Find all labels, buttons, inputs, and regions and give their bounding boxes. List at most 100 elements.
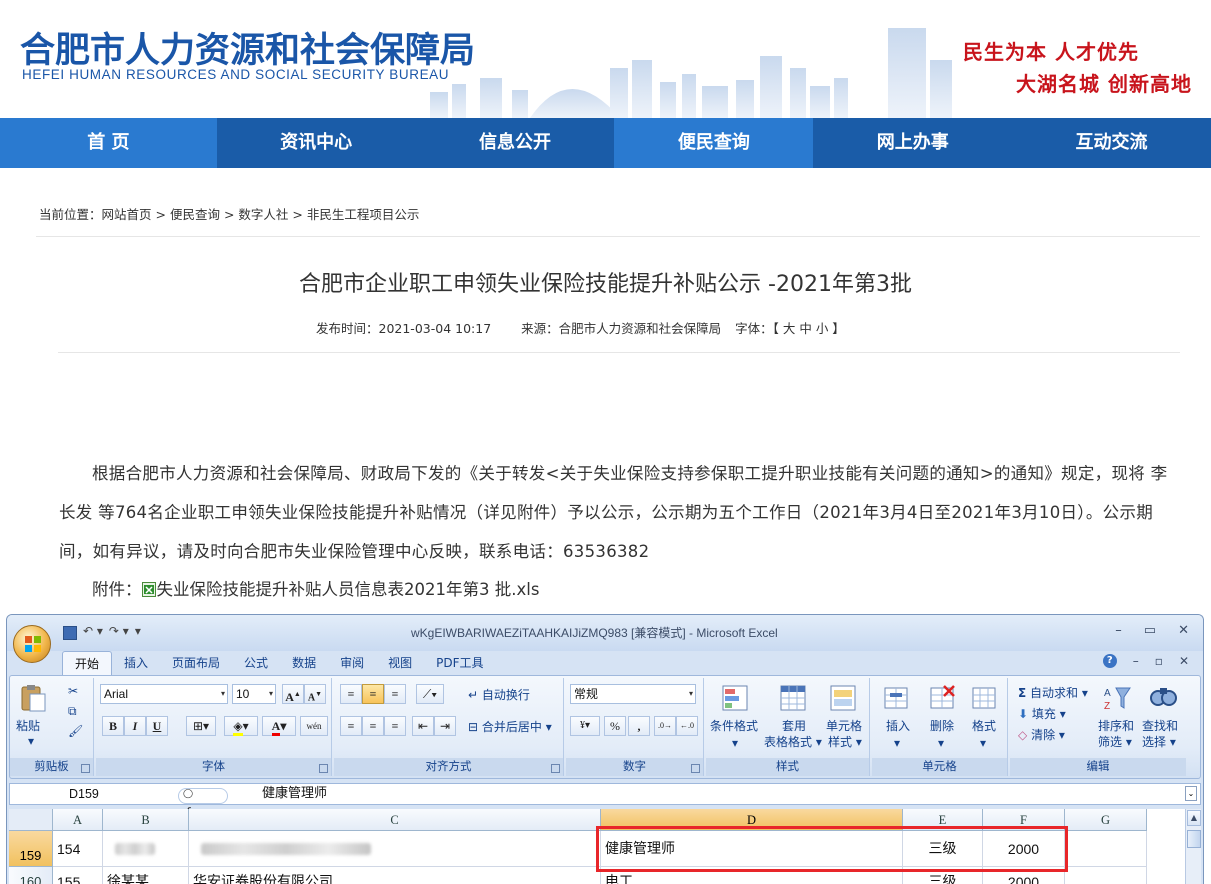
table-format-icon[interactable] <box>778 684 808 712</box>
fill-button[interactable]: ⬇ 填充 ▾ <box>1018 705 1066 722</box>
paste-icon[interactable] <box>18 684 48 712</box>
wb-restore-icon[interactable]: ▫ <box>1155 654 1163 668</box>
cell-c160[interactable]: 华安证券股份有限公司 <box>189 867 601 884</box>
underline-button[interactable]: U <box>146 716 168 736</box>
find-select-label-1[interactable]: 查找和 <box>1142 718 1178 734</box>
table-format-label-2[interactable]: 表格格式 ▾ <box>764 734 822 750</box>
shrink-font-button[interactable]: A▼ <box>304 684 326 704</box>
cell-styles-icon[interactable] <box>828 684 858 712</box>
bold-button[interactable]: B <box>102 716 124 736</box>
format-cells-icon[interactable] <box>970 684 1000 712</box>
clipboard-launcher-icon[interactable] <box>81 764 90 773</box>
row-header-159[interactable]: 159 <box>9 831 53 867</box>
insert-label[interactable]: 插入 <box>886 718 910 734</box>
tab-pdf-tools[interactable]: PDF工具 <box>424 651 495 675</box>
sort-filter-label-1[interactable]: 排序和 <box>1098 718 1134 734</box>
maximize-icon[interactable]: ▭ <box>1144 623 1156 638</box>
formula-input[interactable]: 健康管理师 <box>262 785 327 803</box>
cell-styles-label-2[interactable]: 样式 ▾ <box>828 734 862 750</box>
attachment-link[interactable]: 失业保险技能提升补贴人员信息表2021年第3 批.xls <box>157 580 540 599</box>
font-name-select[interactable]: Arial ▾ <box>100 684 228 704</box>
tab-home[interactable]: 开始 <box>62 651 113 675</box>
breadcrumb-convenience[interactable]: 便民查询 <box>170 207 220 222</box>
customize-qat-icon[interactable]: ▾ <box>135 624 141 642</box>
breadcrumb-digital[interactable]: 数字人社 <box>238 207 288 222</box>
conditional-format-label[interactable]: 条件格式 <box>710 718 758 734</box>
nav-home[interactable]: 首 页 <box>0 118 217 168</box>
scroll-thumb[interactable] <box>1187 830 1201 848</box>
undo-icon[interactable]: ↶ ▾ <box>83 624 103 642</box>
tab-review[interactable]: 审阅 <box>328 651 376 675</box>
font-size-select[interactable]: 10 ▾ <box>232 684 276 704</box>
fill-color-button[interactable]: ◈▾ <box>224 716 258 736</box>
borders-button[interactable]: ⊞▾ <box>186 716 216 736</box>
conditional-format-icon[interactable] <box>720 684 750 712</box>
cell-g160[interactable] <box>1065 867 1147 884</box>
paste-label[interactable]: 粘贴 <box>16 718 40 734</box>
scroll-up-icon[interactable]: ▲ <box>1187 810 1201 826</box>
tab-insert[interactable]: 插入 <box>112 651 160 675</box>
nav-online-service[interactable]: 网上办事 <box>813 118 1012 168</box>
nav-news[interactable]: 资讯中心 <box>217 118 416 168</box>
grow-font-button[interactable]: A▲ <box>282 684 304 704</box>
align-bottom-button[interactable]: ≡ <box>384 684 406 704</box>
column-header-g[interactable]: G <box>1065 809 1147 831</box>
alignment-launcher-icon[interactable] <box>551 764 560 773</box>
align-right-button[interactable]: ≡ <box>384 716 406 736</box>
increase-indent-button[interactable]: ⇥ <box>434 716 456 736</box>
cell-g159[interactable] <box>1065 831 1147 867</box>
vertical-scrollbar[interactable]: ▲ <box>1185 809 1201 884</box>
wrap-text-button[interactable]: ↵ 自动换行 <box>468 686 530 703</box>
column-header-c[interactable]: C <box>189 809 601 831</box>
decrease-decimal-button[interactable]: ←.0 <box>676 716 698 736</box>
align-center-button[interactable]: ≡ <box>362 716 384 736</box>
paste-dropdown-icon[interactable]: ▾ <box>28 734 34 748</box>
sort-filter-label-2[interactable]: 筛选 ▾ <box>1098 734 1132 750</box>
delete-cells-icon[interactable] <box>928 684 958 712</box>
font-color-button[interactable]: A▾ <box>262 716 296 736</box>
orientation-button[interactable]: ⟋▾ <box>416 684 444 704</box>
row-header-160[interactable]: 160 <box>9 867 53 884</box>
currency-button[interactable]: ¥▾ <box>570 716 600 736</box>
font-launcher-icon[interactable] <box>319 764 328 773</box>
cut-icon[interactable]: ✂ <box>68 684 78 698</box>
format-dropdown-icon[interactable]: ▾ <box>980 736 986 750</box>
select-all-corner[interactable] <box>9 809 53 831</box>
delete-dropdown-icon[interactable]: ▾ <box>938 736 944 750</box>
phonetic-button[interactable]: wén <box>300 716 328 736</box>
cell-a159[interactable]: 154 <box>53 831 103 867</box>
insert-cells-icon[interactable] <box>882 684 912 712</box>
close-icon[interactable]: ✕ <box>1178 623 1189 638</box>
redo-icon[interactable]: ↷ ▾ <box>109 624 129 642</box>
table-format-label-1[interactable]: 套用 <box>782 718 806 734</box>
cell-a160[interactable]: 155 <box>53 867 103 884</box>
namebox-dropdown-icon[interactable]: ◯ <box>178 788 228 804</box>
cell-styles-label-1[interactable]: 单元格 <box>826 718 862 734</box>
column-header-a[interactable]: A <box>53 809 103 831</box>
comma-button[interactable]: , <box>628 716 650 736</box>
format-painter-icon[interactable]: 🖌 <box>68 724 83 738</box>
tab-view[interactable]: 视图 <box>376 651 424 675</box>
breadcrumb-home[interactable]: 网站首页 <box>102 207 152 222</box>
breadcrumb-current[interactable]: 非民生工程项目公示 <box>307 207 420 222</box>
conditional-format-dropdown-icon[interactable]: ▾ <box>732 736 738 750</box>
tab-page-layout[interactable]: 页面布局 <box>160 651 232 675</box>
tab-data[interactable]: 数据 <box>280 651 328 675</box>
align-left-button[interactable]: ≡ <box>340 716 362 736</box>
find-select-icon[interactable] <box>1148 684 1178 712</box>
save-icon[interactable] <box>63 626 77 640</box>
cell-b160[interactable]: 徐某某 <box>103 867 189 884</box>
insert-dropdown-icon[interactable]: ▾ <box>894 736 900 750</box>
italic-button[interactable]: I <box>124 716 146 736</box>
cell-c159[interactable] <box>189 831 601 867</box>
office-button[interactable] <box>13 625 51 663</box>
delete-label[interactable]: 删除 <box>930 718 954 734</box>
align-top-button[interactable]: ≡ <box>340 684 362 704</box>
minimize-icon[interactable]: – <box>1115 623 1122 638</box>
sort-filter-icon[interactable]: AZ <box>1102 684 1132 712</box>
merge-center-button[interactable]: ⊟ 合并后居中 ▾ <box>468 718 552 735</box>
wb-minimize-icon[interactable]: – <box>1133 654 1139 668</box>
autosum-button[interactable]: Σ 自动求和 ▾ <box>1018 684 1088 701</box>
nav-interaction[interactable]: 互动交流 <box>1012 118 1211 168</box>
column-header-b[interactable]: B <box>103 809 189 831</box>
